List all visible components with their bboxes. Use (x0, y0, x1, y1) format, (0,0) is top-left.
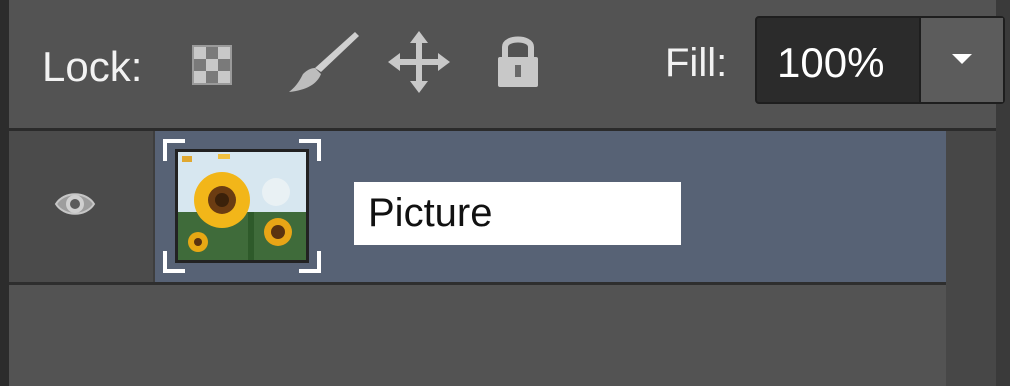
layer-visibility-toggle[interactable] (9, 131, 155, 282)
lock-image-pixels-icon[interactable] (281, 28, 361, 98)
lock-label: Lock: (42, 43, 143, 90)
lock-all-icon[interactable] (495, 31, 541, 91)
layer-row[interactable]: Picture (9, 131, 946, 282)
lock-position-icon[interactable] (386, 29, 452, 95)
chevron-down-icon (952, 54, 972, 64)
layer-thumbnail-frame[interactable] (163, 139, 321, 273)
layers-empty-area[interactable] (9, 285, 946, 386)
sunflower-thumbnail-image (175, 149, 309, 263)
fill-opacity-field[interactable]: 100% (755, 16, 1005, 104)
fill-label: Fill: (665, 41, 728, 85)
fill-value[interactable]: 100% (777, 40, 884, 86)
lock-transparent-pixels-icon[interactable] (192, 45, 232, 85)
panel-left-edge (0, 0, 9, 386)
layers-panel: Lock: Fill: 100% Picture (0, 0, 1010, 386)
layer-name-input[interactable]: Picture (354, 182, 681, 245)
layer-selected-area[interactable]: Picture (155, 131, 946, 282)
panel-right-gutter (946, 131, 996, 386)
lock-toolbar: Lock: Fill: 100% (9, 0, 1005, 128)
eye-icon (54, 193, 96, 215)
fill-dropdown-button[interactable] (919, 18, 1003, 102)
